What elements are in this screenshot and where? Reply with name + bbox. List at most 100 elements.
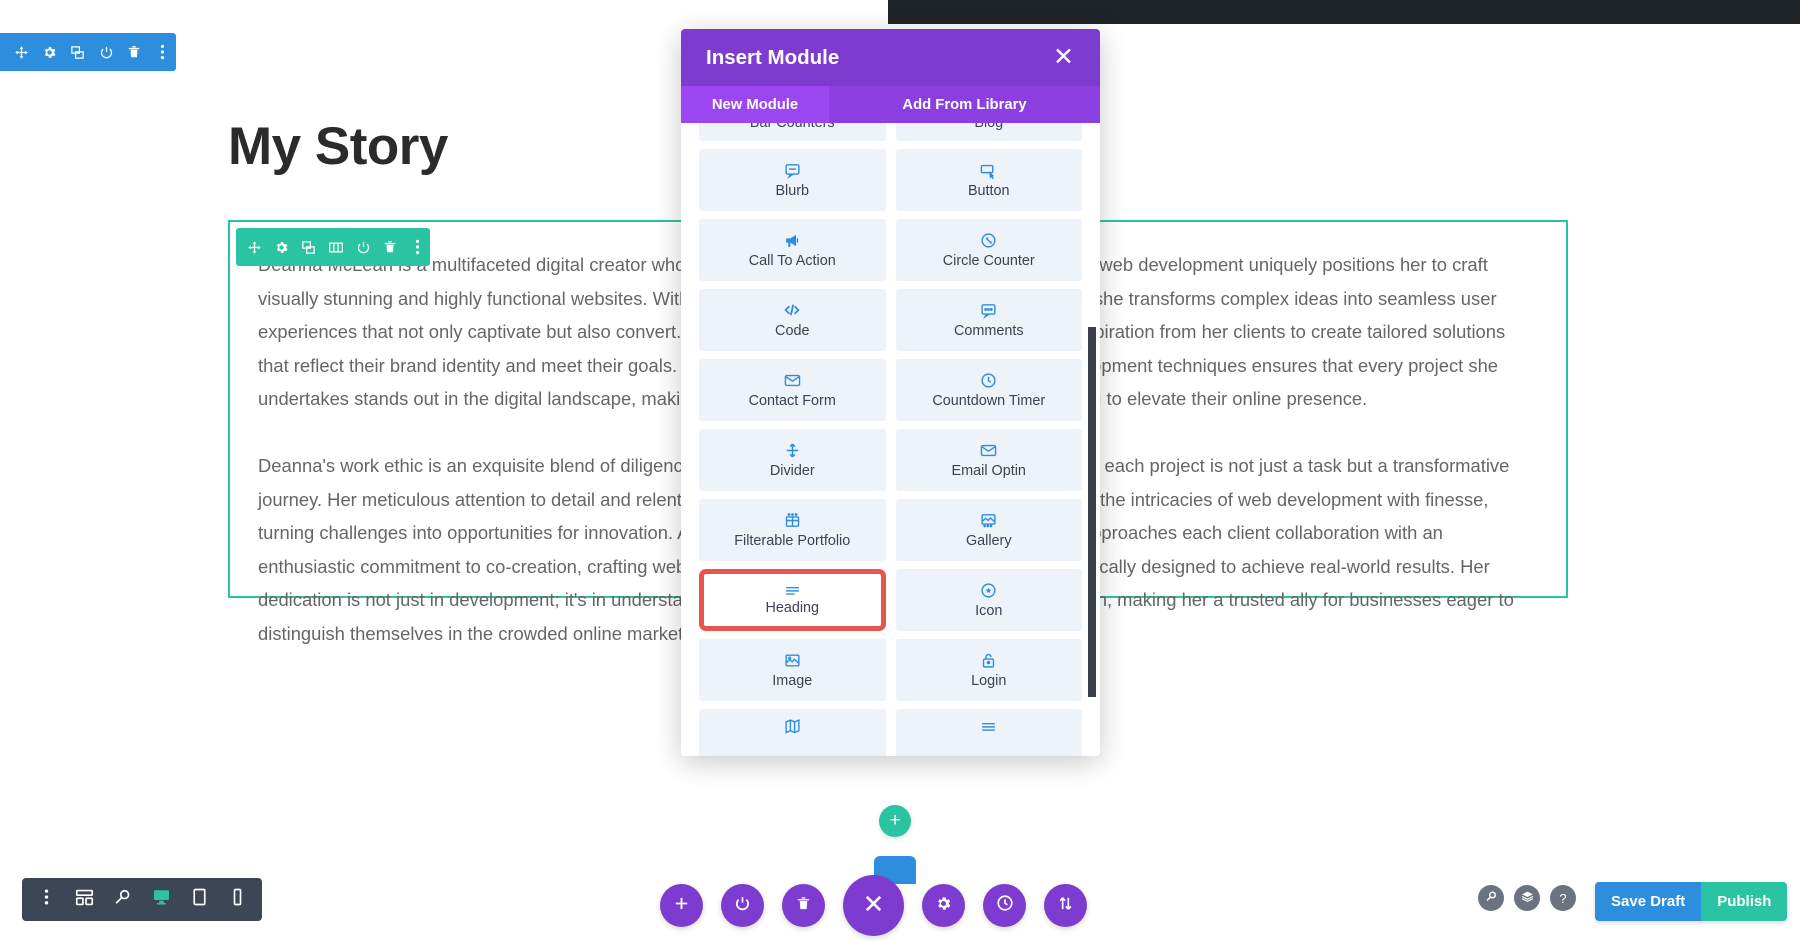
button-icon bbox=[980, 162, 997, 179]
tablet-view-button[interactable] bbox=[181, 878, 217, 921]
module-item-bar-counters[interactable]: Bar Counters bbox=[699, 123, 886, 141]
delete-section-button[interactable] bbox=[121, 33, 147, 71]
duplicate-section-button[interactable] bbox=[65, 33, 91, 71]
layers-helper-button[interactable] bbox=[1514, 885, 1540, 911]
module-item-label: Filterable Portfolio bbox=[734, 532, 851, 549]
duplicate-row-button[interactable] bbox=[296, 228, 321, 266]
image-icon bbox=[784, 652, 801, 669]
settings-button[interactable] bbox=[922, 884, 965, 927]
module-item-code[interactable]: Code bbox=[699, 289, 886, 351]
power-icon bbox=[356, 240, 371, 255]
envelope-icon bbox=[980, 442, 997, 459]
module-item-image[interactable]: Image bbox=[699, 639, 886, 701]
module-item-button[interactable]: Button bbox=[895, 149, 1082, 211]
add-section-button[interactable]: + bbox=[879, 805, 911, 837]
toggle-wireframe-button[interactable] bbox=[721, 884, 764, 927]
close-x-icon bbox=[862, 892, 885, 920]
module-item-blog[interactable]: Blog bbox=[895, 123, 1082, 141]
phone-view-button[interactable] bbox=[220, 878, 256, 921]
module-item-label: Call To Action bbox=[748, 252, 836, 269]
tab-add-from-library[interactable]: Add From Library bbox=[829, 86, 1100, 123]
save-draft-button[interactable]: Save Draft bbox=[1595, 882, 1702, 921]
module-item-label: Button bbox=[967, 182, 1010, 199]
module-item-label: Circle Counter bbox=[942, 252, 1035, 269]
search-helper-button[interactable] bbox=[1478, 885, 1504, 911]
section-toolbar[interactable] bbox=[0, 33, 176, 71]
row-toolbar[interactable] bbox=[236, 228, 430, 266]
move-section-button[interactable] bbox=[8, 33, 34, 71]
close-icon[interactable]: ✕ bbox=[1049, 43, 1078, 72]
tab-new-module[interactable]: New Module bbox=[681, 86, 829, 123]
builder-main-toolbar bbox=[660, 875, 1087, 936]
publish-button[interactable]: Publish bbox=[1701, 882, 1788, 921]
module-item-label: Blog bbox=[974, 123, 1004, 131]
add-module-button[interactable] bbox=[660, 884, 703, 927]
insert-module-modal: Insert Module ✕ New Module Add From Libr… bbox=[681, 29, 1100, 756]
module-grid: Bar Counters Blog Blurb Button Call To Actio… bbox=[699, 123, 1082, 756]
modal-body: Bar Counters Blog Blurb Button Call To Actio… bbox=[681, 123, 1100, 756]
star-circle-icon bbox=[980, 582, 997, 599]
row-more-button[interactable] bbox=[405, 228, 430, 266]
map-icon bbox=[784, 718, 801, 735]
move-row-button[interactable] bbox=[242, 228, 267, 266]
megaphone-icon bbox=[784, 232, 801, 249]
module-item-heading[interactable]: Heading bbox=[699, 569, 886, 631]
helper-icon-group: ? bbox=[1478, 885, 1576, 911]
menu-lines-icon bbox=[980, 721, 997, 732]
row-columns-button[interactable] bbox=[323, 228, 348, 266]
module-item-filterable-portfolio[interactable]: Filterable Portfolio bbox=[699, 499, 886, 561]
section-more-button[interactable] bbox=[150, 33, 176, 71]
delete-row-button[interactable] bbox=[378, 228, 403, 266]
wireframe-icon bbox=[75, 889, 94, 911]
module-item-login[interactable]: Login bbox=[895, 639, 1082, 701]
modal-scrollbar[interactable] bbox=[1088, 327, 1096, 697]
help-helper-button[interactable]: ? bbox=[1550, 885, 1576, 911]
duplicate-icon bbox=[301, 240, 316, 255]
clock-icon bbox=[996, 894, 1014, 917]
desktop-view-button[interactable] bbox=[143, 878, 179, 921]
module-item-label: Gallery bbox=[965, 532, 1012, 549]
circle-counter-icon bbox=[980, 232, 997, 249]
module-item-label: Comments bbox=[953, 322, 1024, 339]
module-item-blurb[interactable]: Blurb bbox=[699, 149, 886, 211]
module-item-label: Blurb bbox=[775, 182, 810, 199]
dots-vertical-icon bbox=[415, 239, 420, 255]
grid-icon bbox=[784, 512, 801, 529]
gallery-icon bbox=[980, 512, 997, 529]
portability-button[interactable] bbox=[1044, 884, 1087, 927]
code-icon bbox=[783, 301, 801, 319]
module-item-email-optin[interactable]: Email Optin bbox=[895, 429, 1082, 491]
dots-vertical-icon bbox=[44, 888, 49, 911]
module-item-circle-counter[interactable]: Circle Counter bbox=[895, 219, 1082, 281]
gear-icon bbox=[42, 45, 57, 60]
module-item-divider[interactable]: Divider bbox=[699, 429, 886, 491]
module-item-gallery[interactable]: Gallery bbox=[895, 499, 1082, 561]
trash-button[interactable] bbox=[782, 884, 825, 927]
history-button[interactable] bbox=[983, 884, 1026, 927]
module-item-contact-form[interactable]: Contact Form bbox=[699, 359, 886, 421]
layers-icon bbox=[1521, 890, 1534, 906]
desktop-icon bbox=[152, 888, 171, 911]
view-more-button[interactable] bbox=[28, 878, 64, 921]
section-settings-button[interactable] bbox=[36, 33, 62, 71]
columns-icon bbox=[328, 240, 344, 255]
disable-row-button[interactable] bbox=[351, 228, 376, 266]
zoom-view-button[interactable] bbox=[105, 878, 141, 921]
duplicate-icon bbox=[70, 45, 85, 60]
module-item-countdown-timer[interactable]: Countdown Timer bbox=[895, 359, 1082, 421]
module-item-comments[interactable]: Comments bbox=[895, 289, 1082, 351]
module-item-label: Login bbox=[971, 672, 1007, 689]
module-item[interactable] bbox=[699, 709, 886, 756]
module-item[interactable] bbox=[895, 709, 1082, 756]
modal-tabs: New Module Add From Library bbox=[681, 86, 1100, 123]
module-item-label: Email Optin bbox=[951, 462, 1026, 479]
wireframe-view-button[interactable] bbox=[66, 878, 102, 921]
close-menu-button[interactable] bbox=[843, 875, 904, 936]
disable-section-button[interactable] bbox=[93, 33, 119, 71]
module-item-call-to-action[interactable]: Call To Action bbox=[699, 219, 886, 281]
module-item-label: Bar Counters bbox=[749, 123, 835, 131]
module-item-icon[interactable]: Icon bbox=[895, 569, 1082, 631]
move-icon bbox=[14, 45, 29, 60]
plus-icon bbox=[673, 895, 690, 917]
row-settings-button[interactable] bbox=[269, 228, 294, 266]
